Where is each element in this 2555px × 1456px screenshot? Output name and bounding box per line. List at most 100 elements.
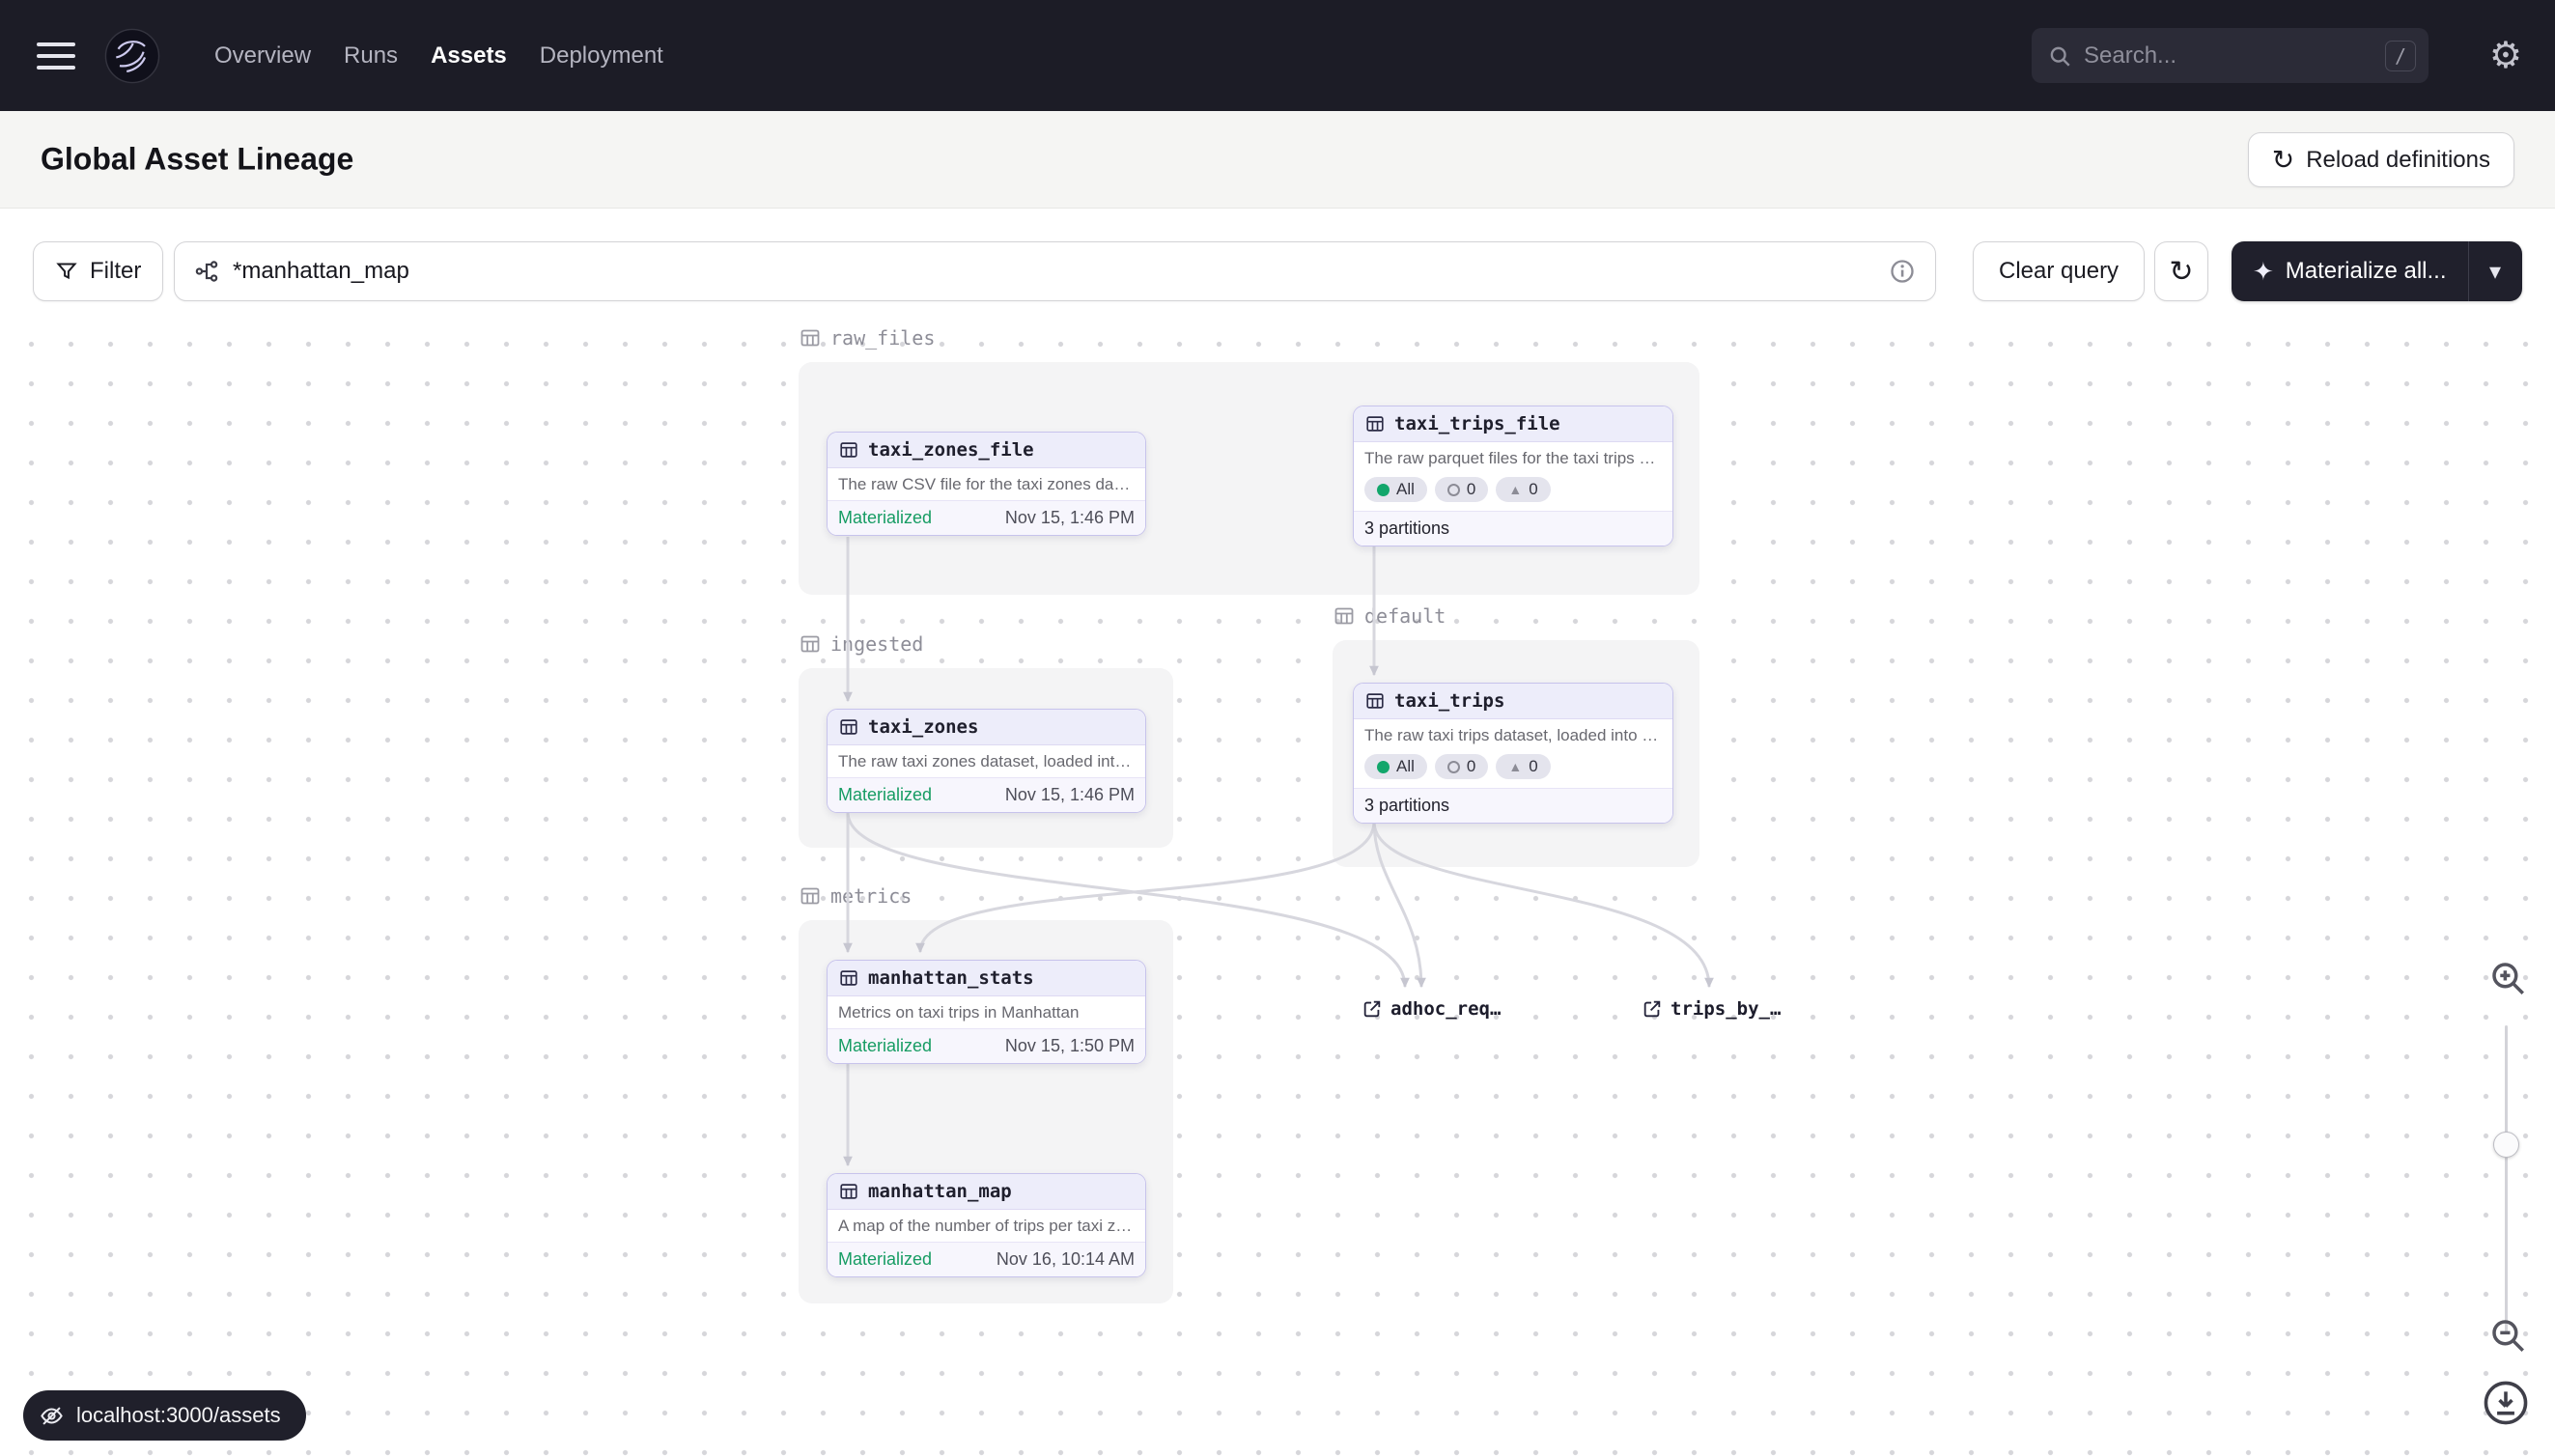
group-label-default[interactable]: default (1333, 604, 1446, 628)
asset-name: manhattan_stats (868, 967, 1034, 989)
page-title: Global Asset Lineage (41, 142, 353, 178)
nav-links: Overview Runs Assets Deployment (214, 42, 663, 70)
gear-icon[interactable]: ⚙ (2489, 38, 2522, 74)
asset-node-taxi-trips[interactable]: taxi_trips The raw taxi trips dataset, l… (1353, 683, 1673, 824)
partition-badges: All 0 ▲0 (1354, 474, 1672, 511)
refresh-icon: ↻ (2272, 147, 2294, 174)
table-icon (838, 967, 859, 989)
success-dot-icon (1377, 484, 1390, 496)
asset-name: taxi_trips_file (1394, 413, 1560, 434)
asset-node-manhattan-map[interactable]: manhattan_map A map of the number of tri… (827, 1173, 1146, 1277)
nav-item-assets[interactable]: Assets (431, 42, 507, 70)
asset-node-header: taxi_zones (828, 710, 1145, 745)
zoom-slider-handle[interactable] (2493, 1132, 2519, 1158)
info-icon[interactable] (1889, 258, 1916, 285)
nav-item-deployment[interactable]: Deployment (540, 42, 663, 70)
recenter-view-button[interactable] (2482, 1379, 2530, 1427)
asset-node-header: taxi_trips_file (1354, 406, 1672, 442)
chevron-down-icon: ▾ (2489, 258, 2501, 286)
asset-status-row: Materialized Nov 15, 1:50 PM (828, 1028, 1145, 1063)
materialize-all-button[interactable]: ✦ Materialize all... (2232, 241, 2468, 301)
top-nav: Overview Runs Assets Deployment / ⚙ (0, 0, 2555, 111)
group-label-ingested[interactable]: ingested (799, 632, 923, 656)
asset-description: The raw taxi trips dataset, loaded into … (1354, 719, 1672, 751)
asset-node-header: taxi_zones_file (828, 433, 1145, 468)
materialized-status: Materialized (838, 508, 932, 528)
asset-description: The raw taxi zones dataset, loaded int… (828, 745, 1145, 777)
sparkle-icon: ✦ (2253, 259, 2274, 284)
asset-status-row: Materialized Nov 15, 1:46 PM (828, 777, 1145, 812)
status-url: localhost:3000/assets (76, 1403, 281, 1428)
materialized-status: Materialized (838, 1036, 932, 1056)
asset-description: The raw parquet files for the taxi trips… (1354, 442, 1672, 474)
external-link-icon (1362, 998, 1383, 1020)
refresh-query-button[interactable]: ↻ (2154, 241, 2208, 301)
eye-off-icon (39, 1403, 65, 1429)
group-icon (799, 326, 822, 350)
zoom-slider[interactable] (2505, 1025, 2508, 1332)
nav-item-overview[interactable]: Overview (214, 42, 311, 70)
group-label-raw-files[interactable]: raw_files (799, 326, 935, 350)
external-asset-trips-by[interactable]: trips_by_… (1642, 998, 1781, 1020)
warning-triangle-icon: ▲ (1508, 760, 1522, 773)
partition-badge-all: All (1364, 754, 1427, 779)
table-icon (838, 439, 859, 461)
materialized-status: Materialized (838, 1249, 932, 1270)
asset-selection-input-box[interactable] (174, 241, 1936, 301)
asset-description: A map of the number of trips per taxi z… (828, 1210, 1145, 1242)
asset-node-header: taxi_trips (1354, 684, 1672, 719)
asset-node-taxi-zones[interactable]: taxi_zones The raw taxi zones dataset, l… (827, 709, 1146, 813)
zoom-out-icon[interactable] (2487, 1315, 2528, 1356)
materialize-all-button-group: ✦ Materialize all... ▾ (2232, 241, 2522, 301)
filter-icon (55, 260, 78, 283)
filter-button[interactable]: Filter (33, 241, 163, 301)
table-icon (1364, 413, 1386, 434)
materialize-dropdown-button[interactable]: ▾ (2468, 241, 2522, 301)
partition-badge-missing: 0 (1435, 477, 1488, 502)
nav-item-runs[interactable]: Runs (344, 42, 398, 70)
partition-badge-all: All (1364, 477, 1427, 502)
materialized-timestamp: Nov 16, 10:14 AM (997, 1249, 1135, 1270)
asset-node-taxi-zones-file[interactable]: taxi_zones_file The raw CSV file for the… (827, 432, 1146, 536)
asset-name: manhattan_map (868, 1181, 1012, 1202)
partition-badge-missing: 0 (1435, 754, 1488, 779)
asset-status-row: Materialized Nov 16, 10:14 AM (828, 1242, 1145, 1276)
page-header: Global Asset Lineage ↻ Reload definition… (0, 111, 2555, 209)
group-icon (1333, 604, 1356, 628)
global-search[interactable]: / (2032, 28, 2429, 83)
missing-circle-icon (1447, 761, 1460, 773)
search-input[interactable] (2084, 42, 2373, 70)
asset-selection-input[interactable] (233, 258, 1875, 285)
asset-node-header: manhattan_map (828, 1174, 1145, 1210)
asset-name: taxi_trips (1394, 690, 1504, 712)
reload-definitions-button[interactable]: ↻ Reload definitions (2248, 132, 2514, 187)
materialized-timestamp: Nov 15, 1:46 PM (1005, 508, 1135, 528)
zoom-in-icon[interactable] (2487, 958, 2528, 998)
materialized-status: Materialized (838, 785, 932, 805)
asset-node-manhattan-stats[interactable]: manhattan_stats Metrics on taxi trips in… (827, 960, 1146, 1064)
external-link-icon (1642, 998, 1663, 1020)
search-icon (2047, 43, 2072, 69)
partition-badge-failed: ▲0 (1496, 754, 1550, 779)
partition-count: 3 partitions (1354, 511, 1672, 546)
asset-node-taxi-trips-file[interactable]: taxi_trips_file The raw parquet files fo… (1353, 406, 1673, 546)
table-icon (1364, 690, 1386, 712)
warning-triangle-icon: ▲ (1508, 483, 1522, 496)
search-shortcut-key: / (2385, 41, 2416, 71)
asset-name: taxi_zones (868, 716, 978, 738)
external-asset-adhoc-request[interactable]: adhoc_req… (1362, 998, 1501, 1020)
hamburger-menu-icon[interactable] (37, 42, 75, 70)
asset-name: taxi_zones_file (868, 439, 1034, 461)
table-icon (838, 1181, 859, 1202)
dagster-logo[interactable] (104, 28, 160, 84)
clear-query-button[interactable]: Clear query (1973, 241, 2145, 301)
materialized-timestamp: Nov 15, 1:50 PM (1005, 1036, 1135, 1056)
group-label-metrics[interactable]: metrics (799, 884, 912, 908)
asset-selection-icon (194, 259, 219, 284)
partition-badges: All 0 ▲0 (1354, 751, 1672, 788)
partition-count: 3 partitions (1354, 788, 1672, 823)
materialized-timestamp: Nov 15, 1:46 PM (1005, 785, 1135, 805)
browser-status-bar: localhost:3000/assets (23, 1390, 306, 1441)
missing-circle-icon (1447, 484, 1460, 496)
table-icon (838, 716, 859, 738)
